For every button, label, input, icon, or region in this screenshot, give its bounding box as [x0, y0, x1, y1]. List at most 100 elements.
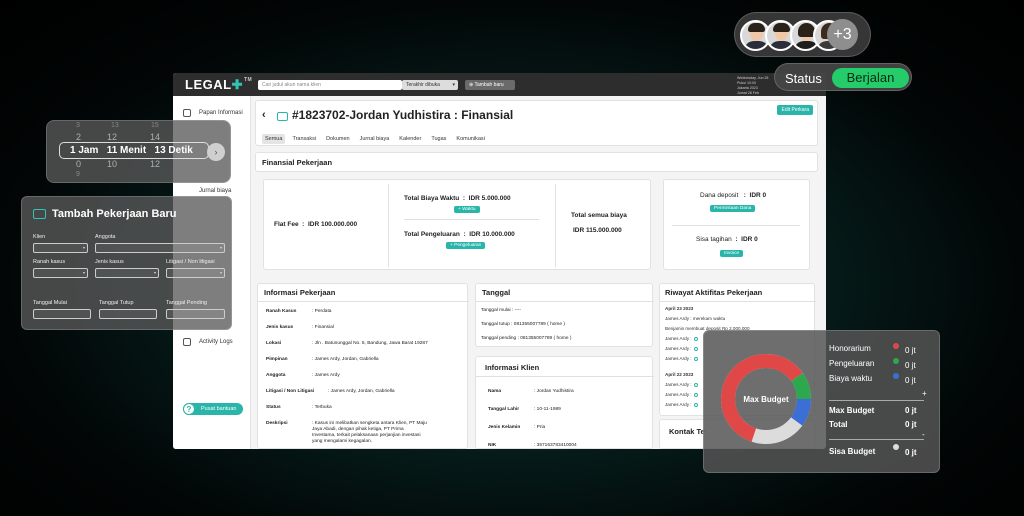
fund-request-button[interactable]: Permintaan Dana: [710, 205, 756, 212]
client-info-title: Informasi Klien: [485, 363, 540, 372]
value-expense: 0 jt: [905, 361, 916, 370]
logo-plus-icon: ✚: [231, 77, 243, 92]
timer-hour-next: 0: [76, 159, 82, 169]
start-date-label: Tanggal Mulai: [33, 300, 67, 306]
tab-all[interactable]: Semua: [262, 134, 286, 144]
member-field[interactable]: ▾: [95, 243, 225, 253]
history-date: April 22 2023: [665, 372, 694, 377]
eye-icon[interactable]: [693, 346, 698, 351]
page-title: #1823702-Jordan Yudhistira : Finansial: [292, 108, 514, 122]
dates-title: Tanggal: [482, 288, 511, 297]
tab-calendar[interactable]: Kalender: [396, 134, 424, 144]
tab-cost-journal[interactable]: Jurnal biaya: [357, 134, 393, 144]
legend-grey-dot: [893, 444, 899, 450]
legend-expense: Pengeluaran: [829, 359, 875, 368]
tab-transactions[interactable]: Transaksi: [289, 134, 319, 144]
briefcase-icon: [277, 112, 288, 121]
help-center-button[interactable]: ? Pusat bantuan: [183, 403, 243, 415]
status-pill: Status Berjalan: [774, 63, 912, 91]
timer-selected-value[interactable]: 1 Jam 11 Menit 13 Detik: [59, 142, 209, 159]
history-entry: James Ardy :: [665, 346, 700, 351]
add-expense-button[interactable]: + Pengeluaran: [446, 242, 486, 249]
timer-min-faint: 13: [111, 122, 119, 129]
timer-picker: 3 13 15 2 12 14 1 Jam 11 Menit 13 Detik …: [46, 120, 231, 183]
status-badge[interactable]: Berjalan: [832, 68, 909, 88]
client-field[interactable]: ▾: [33, 243, 88, 253]
question-icon: ?: [183, 403, 195, 415]
history-entry: James Ardy :: [665, 392, 700, 397]
dates-card: Tanggal Tanggal mulai : ---- Tanggal tut…: [475, 283, 654, 347]
sidebar-item-journal[interactable]: Jurnal biaya: [199, 188, 231, 194]
start-date-field[interactable]: [33, 309, 91, 319]
case-type-field[interactable]: ▾: [95, 268, 159, 278]
eye-icon[interactable]: [693, 392, 698, 397]
litigation-field[interactable]: ▾: [166, 268, 225, 278]
timer-sec-next: 12: [150, 159, 161, 169]
close-date-field[interactable]: [99, 309, 157, 319]
timer-hour-prev: 2: [76, 132, 82, 142]
member-field-label: Anggota: [95, 234, 116, 240]
date-row: Tanggal mulai : ----: [481, 308, 521, 313]
briefcase-icon: [33, 209, 46, 219]
max-budget-value: 0 jt: [905, 406, 917, 415]
tab-documents[interactable]: Dokumen: [323, 134, 353, 144]
minus-icon[interactable]: -: [922, 430, 925, 439]
timer-hour-faint: 9: [76, 171, 80, 178]
close-date-label: Tanggal Tutup: [99, 300, 134, 306]
client-row: Tanggal Lahir: 10-11-1989: [488, 407, 561, 412]
sidebar-item-activity[interactable]: Activity Logs: [183, 338, 233, 346]
timer-min-prev: 12: [107, 132, 118, 142]
legend-red-dot: [893, 343, 899, 349]
finance-section-header: Finansial Pekerjaan: [255, 152, 818, 172]
flat-fee-label: Flat Fee : IDR 100.000.000: [274, 221, 358, 228]
search-input[interactable]: Cari judul akun nama klien: [258, 80, 402, 90]
remaining-budget-value: 0 jt: [905, 448, 917, 457]
tab-communication[interactable]: Komunikasi: [453, 134, 487, 144]
budget-widget: Max Budget Honorarium 0 jt Pengeluaran 0…: [703, 330, 940, 473]
total-cost-label: Total semua biaya: [571, 212, 627, 219]
client-row: Jenis Kelamin: Pria: [488, 425, 546, 430]
tab-bar: Semua Transaksi Dokumen Jurnal biaya Kal…: [262, 134, 488, 144]
filter-select[interactable]: Terakhir dibuka ▾: [402, 80, 458, 90]
history-entry: James Ardy :: [665, 402, 700, 407]
logo[interactable]: LEGAL✚TM: [185, 77, 252, 93]
budget-donut-chart: Max Budget: [721, 354, 811, 444]
client-field-label: Klien: [33, 234, 46, 240]
add-time-button[interactable]: + Waktu: [454, 206, 480, 213]
expense-label: Total Pengeluaran : IDR 10.000.000: [404, 231, 515, 238]
total-cost-value: IDR 115.000.000: [573, 227, 622, 234]
add-icon[interactable]: +: [922, 389, 927, 398]
client-info-card: Informasi Klien Nama: Jordan Yudhistira …: [475, 356, 654, 449]
date-row: Tanggal pending : 081355007789 ( home ): [481, 336, 572, 341]
add-new-button[interactable]: ⊕ Tambah baru: [465, 80, 515, 90]
timer-next-arrow-icon[interactable]: ›: [207, 143, 225, 161]
finance-summary-card: Flat Fee : IDR 100.000.000 Total Biaya W…: [263, 179, 651, 270]
tab-tasks[interactable]: Tugas: [428, 134, 449, 144]
activity-icon: [183, 338, 191, 346]
more-members-badge[interactable]: +3: [827, 19, 858, 50]
activity-history-title: Riwayat Aktifitas Pekerjaan: [665, 288, 763, 297]
legend-honorarium: Honorarium: [829, 344, 871, 353]
history-date: April 23 2023: [665, 306, 694, 311]
add-job-form: Tambah Pekerjaan Baru Klien ▾ Anggota ▾ …: [21, 196, 232, 330]
eye-icon[interactable]: [693, 336, 698, 341]
pending-date-field[interactable]: [166, 309, 225, 319]
add-job-title: Tambah Pekerjaan Baru: [52, 208, 177, 220]
remaining-budget-label: Sisa Budget: [829, 447, 876, 456]
eye-icon[interactable]: [693, 356, 698, 361]
client-row: NIK: 357163783410004: [488, 443, 577, 448]
back-arrow-icon[interactable]: ‹: [262, 109, 266, 121]
edit-case-button[interactable]: Edit Perkara: [777, 105, 813, 115]
deposit-card: Dana deposit : IDR 0 Permintaan Dana Sis…: [663, 179, 810, 270]
history-entry: James Ardy : merekam waktu: [665, 316, 726, 321]
client-row: Nama: Jordan Yudhistira: [488, 389, 574, 394]
case-domain-field[interactable]: ▾: [33, 268, 88, 278]
status-label: Status: [785, 71, 822, 86]
deposit-label: Dana deposit : IDR 0: [700, 192, 767, 199]
legend-green-dot: [893, 358, 899, 364]
invoice-button[interactable]: Invoice: [720, 250, 744, 257]
eye-icon[interactable]: [693, 382, 698, 387]
history-entry: James Ardy :: [665, 356, 700, 361]
sidebar-item-dashboard[interactable]: Papan Informasi: [183, 109, 243, 117]
eye-icon[interactable]: [693, 402, 698, 407]
